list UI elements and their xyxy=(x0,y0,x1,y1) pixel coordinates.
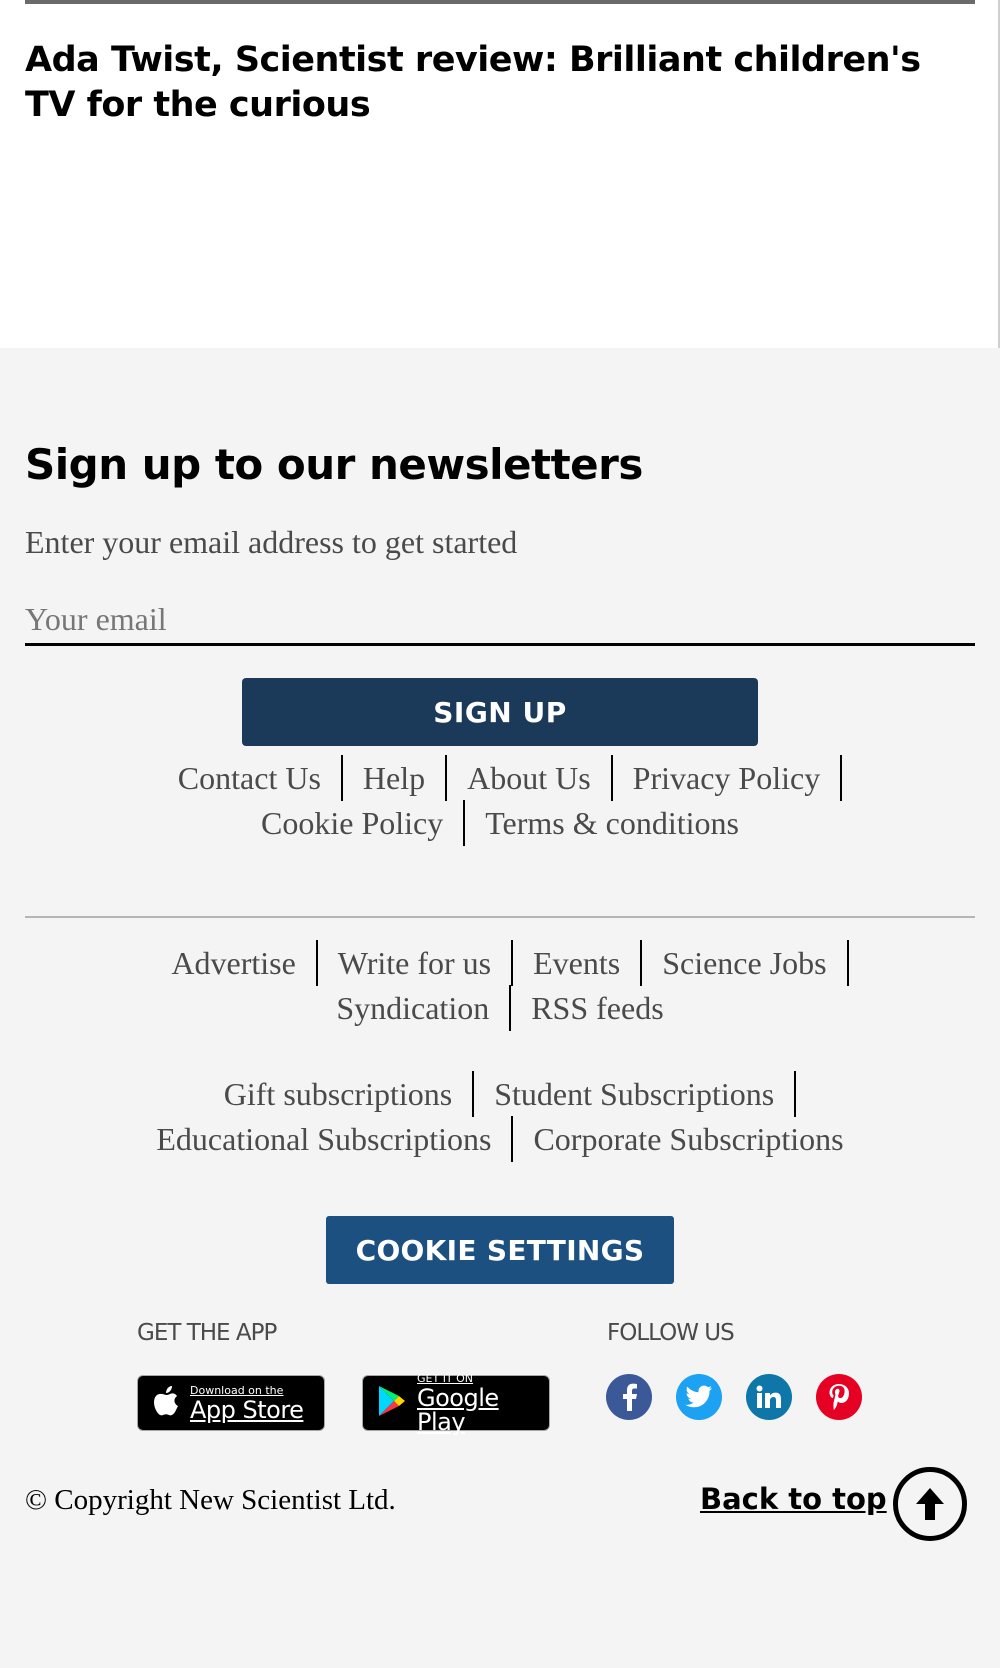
rss-feeds-link[interactable]: RSS feeds xyxy=(511,985,683,1031)
app-store-badge[interactable]: Download on the App Store xyxy=(137,1375,325,1431)
syndication-link[interactable]: Syndication xyxy=(316,985,512,1031)
footer-links-primary-row2: Cookie Policy Terms & conditions xyxy=(0,800,1000,846)
privacy-policy-link[interactable]: Privacy Policy xyxy=(613,755,843,801)
follow-us-label: FOLLOW US xyxy=(607,1320,735,1346)
gift-subscriptions-link[interactable]: Gift subscriptions xyxy=(204,1071,475,1117)
facebook-icon[interactable] xyxy=(606,1374,652,1420)
get-the-app-label: GET THE APP xyxy=(137,1320,277,1346)
events-link[interactable]: Events xyxy=(513,940,643,986)
twitter-icon[interactable] xyxy=(676,1374,722,1420)
contact-us-link[interactable]: Contact Us xyxy=(158,755,343,801)
apple-icon xyxy=(152,1385,180,1422)
pinterest-icon[interactable] xyxy=(816,1374,862,1420)
page-frame: Ada Twist, Scientist review: Brilliant c… xyxy=(0,0,1000,1668)
newsletter-title: Sign up to our newsletters xyxy=(25,440,643,489)
article-title[interactable]: Ada Twist, Scientist review: Brilliant c… xyxy=(25,38,975,128)
email-input[interactable] xyxy=(25,596,975,646)
write-for-us-link[interactable]: Write for us xyxy=(318,940,514,986)
terms-conditions-link[interactable]: Terms & conditions xyxy=(465,800,759,846)
science-jobs-link[interactable]: Science Jobs xyxy=(642,940,849,986)
footer-links-subscriptions-row2: Educational Subscriptions Corporate Subs… xyxy=(0,1116,1000,1162)
linkedin-icon[interactable] xyxy=(746,1374,792,1420)
help-link[interactable]: Help xyxy=(343,755,448,801)
cookie-settings-button[interactable]: COOKIE SETTINGS xyxy=(326,1216,674,1284)
footer-links-secondary-row1: Advertise Write for us Events Science Jo… xyxy=(0,940,1000,986)
signup-button[interactable]: SIGN UP xyxy=(242,678,758,746)
educational-subscriptions-link[interactable]: Educational Subscriptions xyxy=(136,1116,514,1162)
google-play-badge[interactable]: GET IT ON Google Play xyxy=(362,1371,550,1436)
google-play-badge-text: GET IT ON Google Play xyxy=(417,1371,499,1436)
newsletter-subtitle: Enter your email address to get started xyxy=(25,524,518,560)
corporate-subscriptions-link[interactable]: Corporate Subscriptions xyxy=(513,1116,863,1162)
footer-divider xyxy=(25,916,975,918)
site-footer: Sign up to our newsletters Enter your em… xyxy=(0,348,1000,1668)
about-us-link[interactable]: About Us xyxy=(447,755,613,801)
footer-links-primary-row1: Contact Us Help About Us Privacy Policy xyxy=(0,755,1000,801)
footer-links-secondary-row2: Syndication RSS feeds xyxy=(0,985,1000,1031)
footer-links-subscriptions-row1: Gift subscriptions Student Subscriptions xyxy=(0,1071,1000,1117)
google-play-icon xyxy=(377,1384,407,1423)
copyright-text: © Copyright New Scientist Ltd. xyxy=(25,1484,396,1516)
advertise-link[interactable]: Advertise xyxy=(151,940,318,986)
app-store-badge-text: Download on the App Store xyxy=(190,1383,304,1424)
article-image-bottom-edge[interactable] xyxy=(25,0,975,4)
arrow-up-icon[interactable] xyxy=(893,1467,967,1541)
back-to-top-link[interactable]: Back to top xyxy=(700,1482,887,1516)
cookie-policy-link[interactable]: Cookie Policy xyxy=(241,800,466,846)
student-subscriptions-link[interactable]: Student Subscriptions xyxy=(474,1071,797,1117)
